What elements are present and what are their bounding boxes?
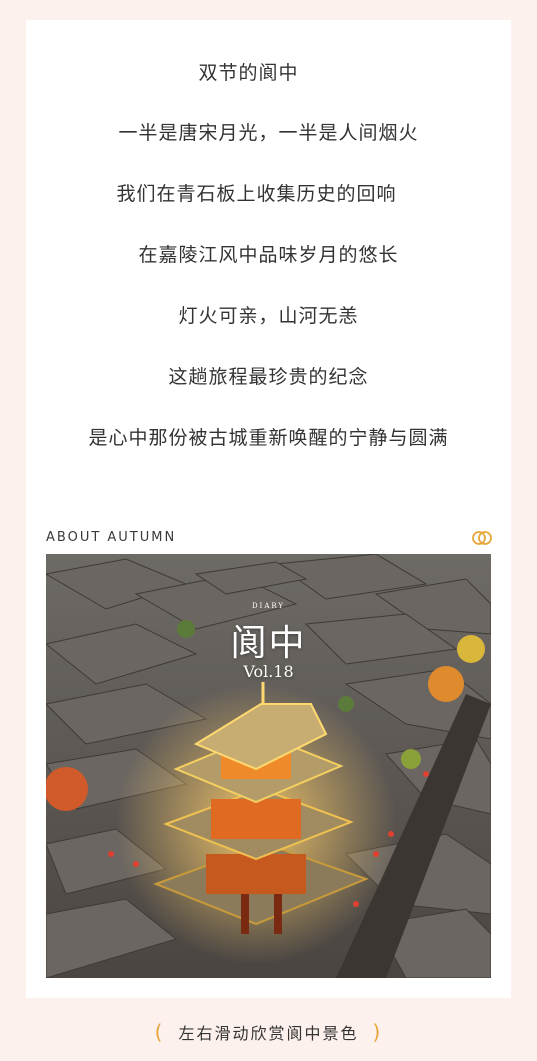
poem-line: 一半是唐宋月光，一半是人间烟火 (118, 122, 419, 144)
content-card: 双节的阆中 一半是唐宋月光，一半是人间烟火 我们在青石板上收集历史的回响 在嘉陵… (26, 20, 511, 998)
poem-line: 双节的阆中 (198, 62, 299, 84)
swipe-hint: ( 左右滑动欣赏阆中景色) (0, 1020, 537, 1044)
gallery-photo[interactable]: DIARY 阆中 Vol.18 (46, 554, 491, 978)
rings-icon (472, 531, 492, 545)
section-label: ABOUT AUTUMN (46, 530, 177, 545)
poem-line: 是心中那份被古城重新唤醒的宁静与圆满 (88, 427, 449, 449)
poem-line: 在嘉陵江风中品味岁月的悠长 (138, 244, 399, 266)
ancient-city-aerial-image (46, 554, 491, 978)
swipe-hint-text: 左右滑动欣赏阆中景色 (178, 1024, 359, 1043)
close-paren: ) (372, 1020, 383, 1044)
open-paren: ( (154, 1020, 165, 1044)
poem-line: 灯火可亲，山河无恙 (178, 305, 359, 327)
poem-line: 我们在青石板上收集历史的回响 (116, 183, 397, 205)
poem-line: 这趟旅程最珍贵的纪念 (168, 366, 369, 388)
